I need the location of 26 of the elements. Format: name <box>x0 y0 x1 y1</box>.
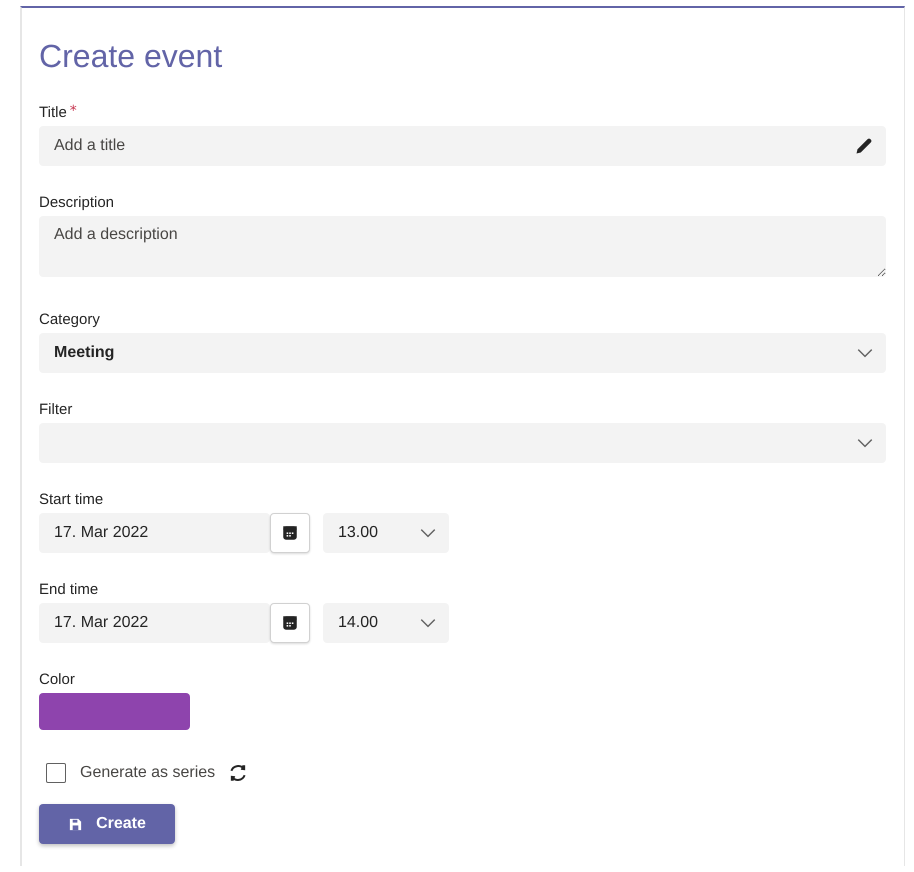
pencil-icon <box>854 136 874 156</box>
calendar-icon <box>281 524 299 542</box>
description-field[interactable]: Add a description <box>39 216 886 277</box>
field-label: Color <box>39 671 75 689</box>
page-title: Create event <box>39 37 224 76</box>
calendar-button[interactable] <box>270 513 310 553</box>
checkbox-label: Generate as series <box>80 764 216 782</box>
field-label: Title <box>39 104 67 122</box>
create-button[interactable]: Create <box>39 804 175 844</box>
time-dropdown[interactable]: 13.00 <box>323 513 449 553</box>
field-label: Category <box>39 311 100 329</box>
time-dropdown[interactable]: 14.00 <box>323 603 449 643</box>
field-label: Start time <box>39 491 104 509</box>
required-mark: * <box>70 104 77 118</box>
date-field[interactable]: 17. Mar 2022 <box>39 603 270 643</box>
field-label: Description <box>39 194 114 212</box>
calendar-button[interactable] <box>270 603 310 643</box>
calendar-icon <box>281 614 299 632</box>
color-swatch[interactable] <box>39 693 190 730</box>
save-icon <box>68 816 84 832</box>
field-label: Filter <box>39 401 72 419</box>
title-field[interactable]: Add a title <box>39 126 886 166</box>
dropdown[interactable]: Meeting <box>39 333 886 373</box>
date-field[interactable]: 17. Mar 2022 <box>39 513 270 553</box>
checkbox[interactable] <box>46 763 66 783</box>
field-label: End time <box>39 581 98 599</box>
